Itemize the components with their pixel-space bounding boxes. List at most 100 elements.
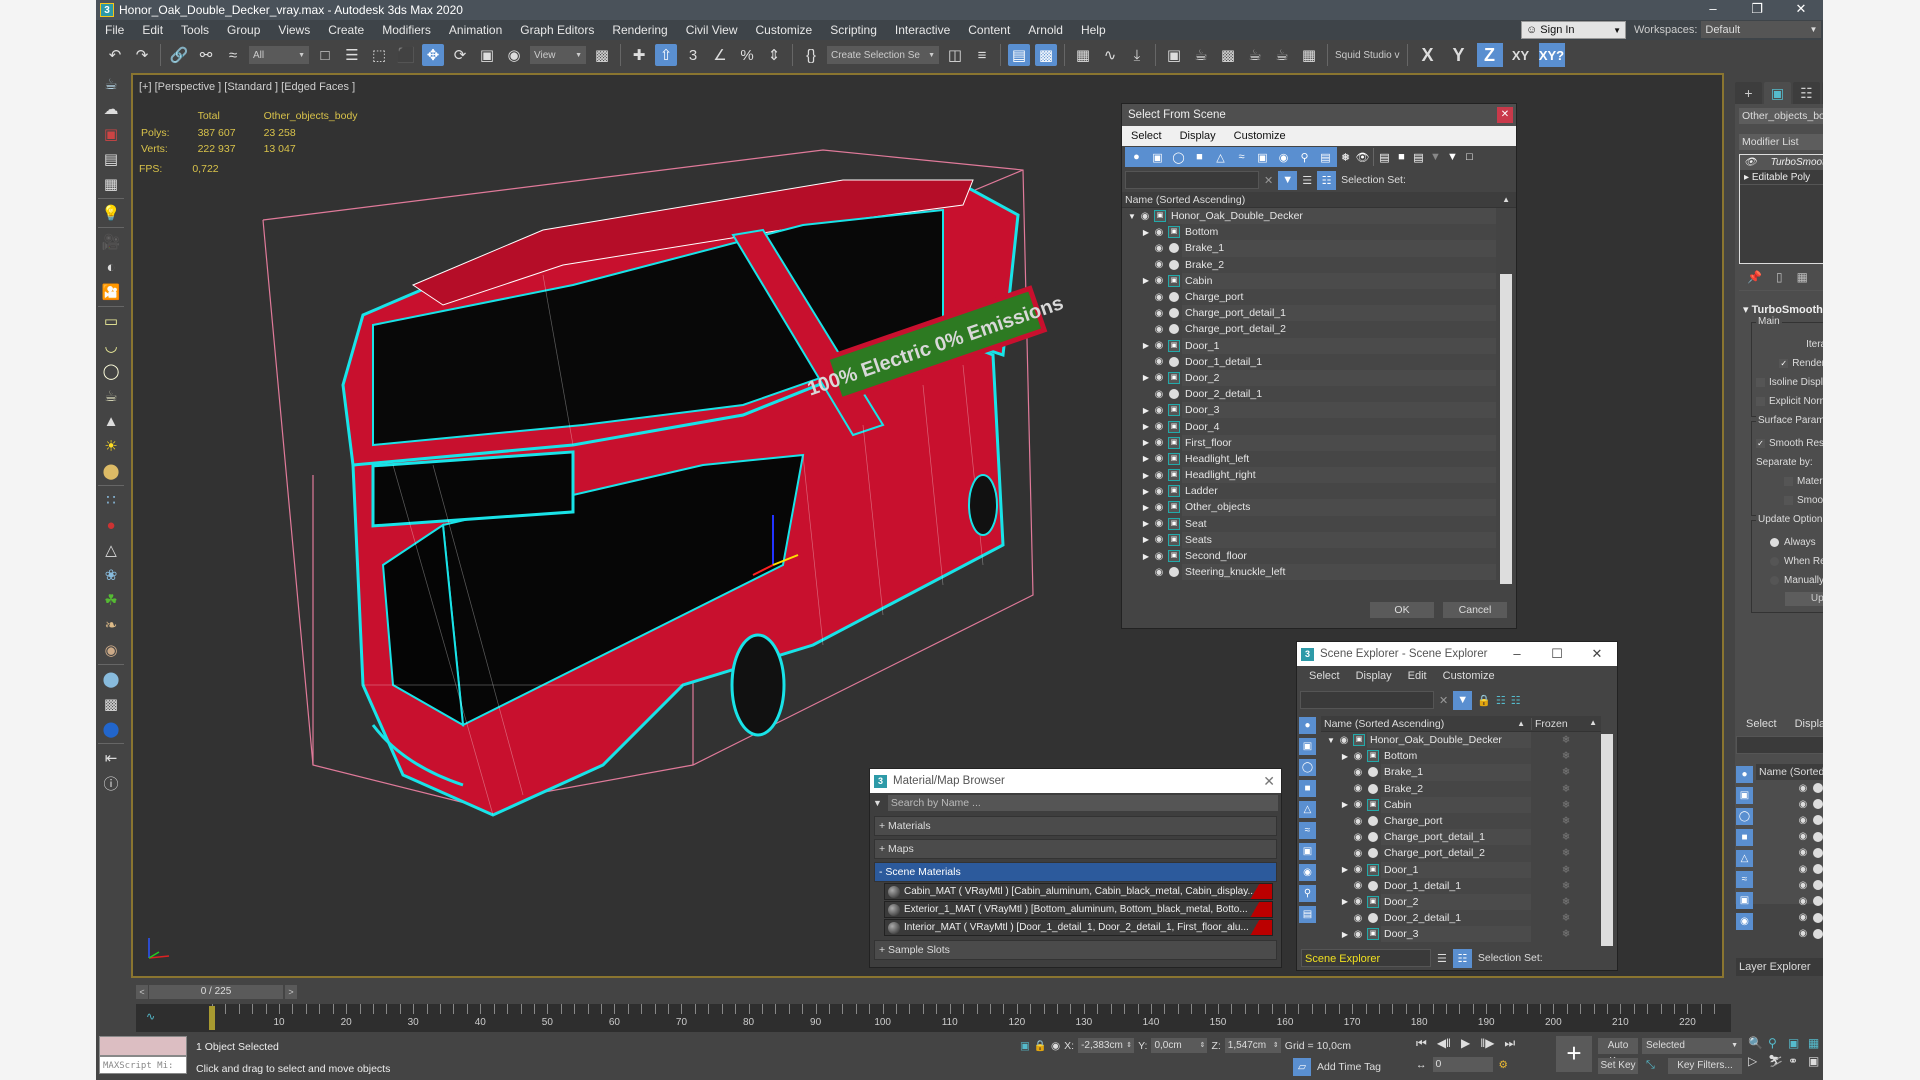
display-none-icon[interactable]: ■ xyxy=(1393,149,1410,166)
filter-options-icon[interactable]: ▼ xyxy=(1427,149,1444,166)
clear-icon[interactable]: ✕ xyxy=(1264,174,1273,187)
visibility-eye-icon[interactable]: ◉ xyxy=(1152,502,1166,513)
sample-slots-section[interactable]: + Sample Slots xyxy=(874,940,1277,960)
display-all-icon[interactable]: ▤ xyxy=(1376,149,1393,166)
layer-tree-row[interactable]: ◉Other_objects_led xyxy=(1756,812,1823,828)
hair-icon[interactable]: ❧ xyxy=(98,614,124,636)
tree-row[interactable]: ▶ ◉ ▣ Headlight_right xyxy=(1122,467,1496,484)
smooth-result-checkbox[interactable]: ✓ xyxy=(1756,438,1765,448)
visibility-eye-icon[interactable]: ◉ xyxy=(1351,832,1365,843)
layer-tree-row[interactable]: ◉Other_objects_shad xyxy=(1756,926,1823,942)
frozen-toggle-icon[interactable]: ❄ xyxy=(1531,796,1601,813)
curve-editor-icon[interactable]: ∿ xyxy=(1099,44,1121,66)
tree-item-name[interactable]: Seats xyxy=(1182,531,1496,548)
set-key-button[interactable]: Set Key xyxy=(1598,1058,1638,1074)
cancel-button[interactable]: Cancel xyxy=(1443,602,1507,618)
tree-item-name[interactable]: Other_objects xyxy=(1182,499,1496,516)
tree-item-name[interactable]: Cabin xyxy=(1182,272,1496,289)
auto-key-button[interactable]: Auto Key xyxy=(1598,1038,1638,1067)
menu-scripting[interactable]: Scripting xyxy=(821,23,886,37)
le-menu-display[interactable]: Display xyxy=(1795,718,1823,730)
zoom-icon[interactable]: 🔍 xyxy=(1748,1036,1766,1050)
plane-object-icon[interactable]: △ xyxy=(98,539,124,561)
visibility-eye-icon[interactable]: ◉ xyxy=(1351,816,1365,827)
tree-row[interactable]: ▶ ◉ ▣ Cabin xyxy=(1122,272,1496,289)
expand-arrow-icon[interactable]: ▶ xyxy=(1339,800,1351,809)
filter-containers-icon[interactable]: ▤ xyxy=(1299,906,1316,923)
le-search-input[interactable] xyxy=(1736,736,1823,754)
expand-arrow-icon[interactable]: ▶ xyxy=(1339,752,1351,761)
layer-tree-row[interactable]: ◉Other_objects_rubb xyxy=(1756,910,1823,926)
tree-item-name[interactable]: Door_1 xyxy=(1182,337,1496,354)
import-icon[interactable]: ⇤ xyxy=(98,747,124,769)
container-icon[interactable]: □ xyxy=(1461,149,1478,166)
visibility-eye-icon[interactable]: ◉ xyxy=(1796,799,1810,810)
selection-filter-dropdown[interactable]: All ▼ xyxy=(249,46,309,64)
minimize-icon[interactable]: – xyxy=(1691,0,1735,20)
tree-row[interactable]: ▼ ◉ ▣ Honor_Oak_Double_Decker ❄ xyxy=(1321,732,1601,749)
maxscript-input[interactable]: MAXScript Mi: xyxy=(99,1056,187,1074)
scene-explorer-toggle-icon[interactable]: ▤ xyxy=(1008,44,1030,66)
spinner-snap-icon[interactable]: ⇕ xyxy=(763,44,785,66)
sfs-menu-select[interactable]: Select xyxy=(1122,130,1171,142)
se-menu-customize[interactable]: Customize xyxy=(1435,670,1503,688)
scene-material-item[interactable]: Cabin_MAT ( VRayMtl ) [Cabin_aluminum, C… xyxy=(884,883,1273,900)
menu-content[interactable]: Content xyxy=(959,23,1019,37)
ies-light-icon[interactable]: ▲ xyxy=(98,410,124,432)
expand-arrow-icon[interactable]: ▶ xyxy=(1140,422,1152,431)
undo-icon[interactable]: ↶ xyxy=(104,44,126,66)
close-icon[interactable]: ✕ xyxy=(1577,646,1617,662)
tree-item-name[interactable]: Honor_Oak_Double_Decker xyxy=(1168,208,1496,225)
tree-row[interactable]: ▶ ◉ ▣ Ladder xyxy=(1122,483,1496,500)
visibility-eye-icon[interactable]: ◉ xyxy=(1351,799,1365,810)
tree-item-name[interactable]: Brake_2 xyxy=(1182,256,1496,273)
visibility-eye-icon[interactable]: ◉ xyxy=(1152,437,1166,448)
set-keys-button[interactable]: + xyxy=(1556,1036,1592,1072)
track-bar[interactable]: ∿ 01020304050607080901001101201301401501… xyxy=(136,1004,1731,1032)
rotate-icon[interactable]: ⟳ xyxy=(449,44,471,66)
visibility-eye-icon[interactable]: ◉ xyxy=(1152,372,1166,383)
tree-row[interactable]: ◉ Charge_port ❄ xyxy=(1321,812,1601,830)
layer-tree-row[interactable]: ◉Other_objects_plas xyxy=(1756,845,1823,861)
percent-snap-icon[interactable]: % xyxy=(736,44,758,66)
expand-arrow-icon[interactable]: ▶ xyxy=(1140,454,1152,463)
tree-row[interactable]: ▶ ◉ ▣ Door_4 xyxy=(1122,418,1496,435)
filter-frozen-icon[interactable]: ❅ xyxy=(1337,149,1354,166)
key-mode-icon[interactable]: ↔ xyxy=(1416,1059,1427,1071)
frozen-toggle-icon[interactable]: ❄ xyxy=(1531,764,1601,781)
motion-tab-icon[interactable]: ⬤ xyxy=(1822,82,1823,104)
frozen-toggle-icon[interactable]: ❄ xyxy=(1531,877,1601,894)
filter-helpers-icon[interactable]: △ xyxy=(1736,850,1753,867)
pivot-center-icon[interactable]: ▩ xyxy=(591,44,613,66)
visibility-eye-icon[interactable]: ◉ xyxy=(1152,567,1166,578)
move-icon[interactable]: ✥ xyxy=(422,44,444,66)
ok-button[interactable]: OK xyxy=(1370,602,1434,618)
layer-tree-row[interactable]: ◉Other_objects_refle xyxy=(1756,893,1823,909)
tree-item-name[interactable]: Door_3 xyxy=(1381,926,1531,943)
layers-icon[interactable]: ☰ xyxy=(1437,952,1447,965)
metaball-icon[interactable]: ● xyxy=(98,514,124,536)
tree-row[interactable]: ▶ ◉ ▣ Second_floor xyxy=(1122,547,1496,565)
tree-item-name[interactable]: Door_3 xyxy=(1182,402,1496,419)
update-button[interactable]: Update xyxy=(1785,592,1823,606)
frozen-toggle-icon[interactable]: ❄ xyxy=(1531,910,1601,927)
time-slider-knob[interactable]: 0 / 225 xyxy=(149,985,283,999)
ref-coord-dropdown[interactable]: View ▼ xyxy=(530,46,586,64)
render-iterative-icon[interactable]: ☕ xyxy=(1271,44,1293,66)
layer-tree-row[interactable]: ◉Other_objects_body xyxy=(1756,780,1823,796)
add-time-tag-button[interactable]: Add Time Tag xyxy=(1317,1061,1381,1073)
se-frozen-column[interactable]: Frozen ▲ xyxy=(1531,717,1601,730)
physical-camera-icon[interactable]: ◐ xyxy=(98,256,124,278)
filter-geometry-icon[interactable]: ● xyxy=(1299,717,1316,734)
lock-icon[interactable]: 🔒 xyxy=(1477,694,1491,707)
tree-item-name[interactable]: Headlight_left xyxy=(1182,450,1496,467)
align-icon[interactable]: ≡ xyxy=(971,44,993,66)
walk-through-icon[interactable]: ⛷ xyxy=(1768,1054,1786,1068)
hierarchy-icon[interactable]: ☷ xyxy=(1317,170,1337,190)
camera-icon[interactable]: 🎥 xyxy=(98,231,124,253)
menu-create[interactable]: Create xyxy=(319,23,373,37)
tree-row[interactable]: ◉ Door_2_detail_1 xyxy=(1122,386,1496,403)
tree-row[interactable]: ◉ Brake_2 ❄ xyxy=(1321,780,1601,797)
expand-arrow-icon[interactable]: ▸ xyxy=(1744,172,1752,183)
manually-radio[interactable] xyxy=(1770,575,1779,585)
